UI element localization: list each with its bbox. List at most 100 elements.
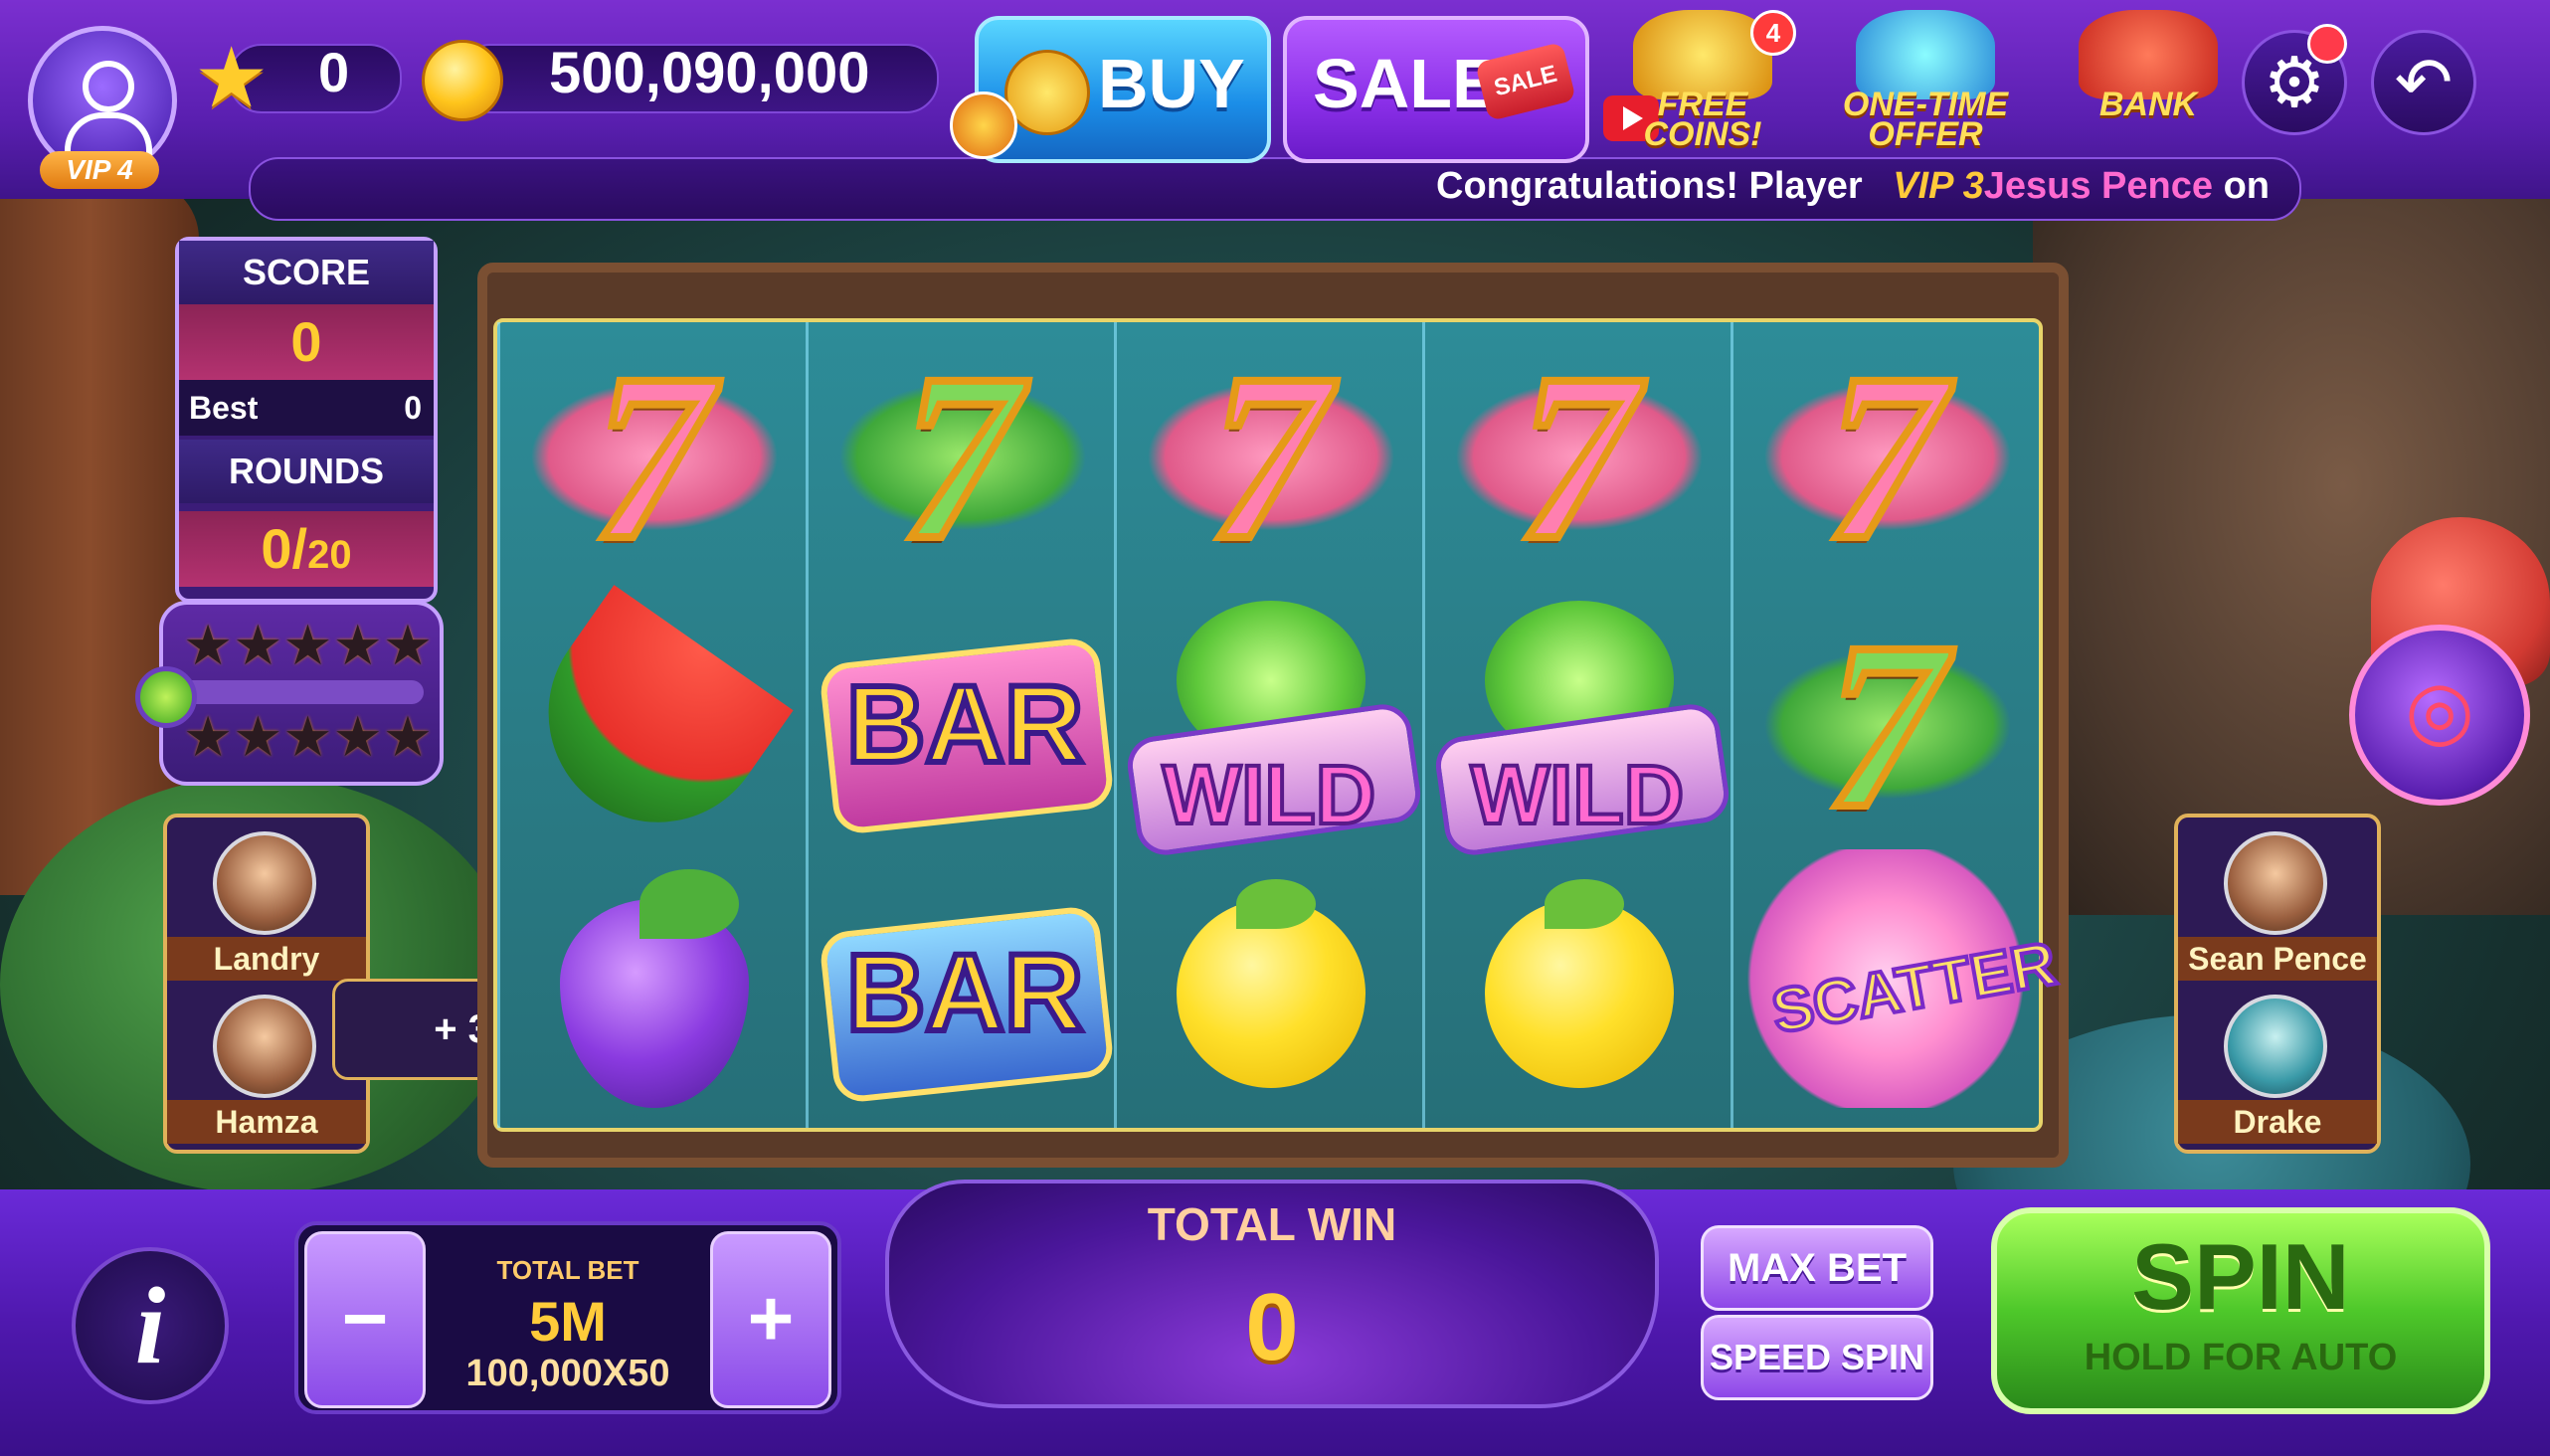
info-button[interactable]: i (72, 1247, 229, 1404)
star-progress-panel: ★ ★ ★ ★ ★ ★ ★ ★ ★ ★ (135, 601, 444, 786)
bank-label: BANK (2098, 86, 2198, 123)
reel-1: 7 (497, 322, 805, 1128)
ticker-vip: VIP 3 (1893, 165, 1984, 207)
star-icon: ★ (282, 705, 333, 770)
player-avatar-hamza[interactable] (213, 995, 316, 1098)
best-value: 0 (404, 390, 422, 426)
notification-dot (2307, 24, 2347, 64)
avatar-head-icon (83, 61, 134, 112)
reel-5: 7 7 SCATTER (1730, 322, 2064, 1128)
player-name-hamza: Hamza (167, 1100, 366, 1144)
speed-spin-button[interactable]: SPEED SPIN (1701, 1315, 1933, 1400)
star-count: 0 (318, 41, 350, 103)
rounds-value: 0/20 (179, 511, 434, 587)
player-name-drake: Drake (2178, 1100, 2377, 1144)
star-icon: ★ (233, 614, 283, 678)
reel-cell: 7 (809, 322, 1113, 591)
reel-cell: BAR (809, 859, 1116, 1128)
reel-cell (500, 859, 805, 1128)
star-icon: ★ (183, 705, 234, 770)
reel-cell (1425, 859, 1730, 1128)
bonus-coin-icon[interactable] (950, 91, 1017, 159)
star-icon: ★ (382, 614, 434, 678)
best-label: Best (189, 390, 259, 426)
reel-cell: 7 (1117, 322, 1421, 591)
spin-sub-label: HOLD FOR AUTO (2084, 1337, 2398, 1378)
reel-cell: WILD (1117, 591, 1424, 859)
decrease-bet-button[interactable]: − (304, 1231, 426, 1408)
coin-balance: 500,090,000 (549, 41, 870, 105)
ticker-suffix: on (2223, 165, 2270, 207)
reel-area: 7 7 BAR BAR 7 WILD 7 WILD 7 7 SCATTER (493, 318, 2064, 1132)
seven-green-symbol: 7 (897, 324, 1024, 589)
best-row: Best 0 (179, 380, 434, 436)
feature-button[interactable]: ◎ (2349, 625, 2530, 806)
free-coins-badge: 4 (1750, 10, 1796, 56)
ticker-prefix: Congratulations! Player (1436, 165, 1863, 207)
total-win-panel: TOTAL WIN 0 (885, 1180, 1659, 1408)
player-name-landry: Landry (167, 937, 366, 981)
wild-symbol: WILD (1161, 746, 1378, 843)
reel-cell: BAR (809, 591, 1116, 859)
star-icon: ★ (332, 614, 383, 678)
rounds-current: 0/ (261, 517, 308, 580)
total-win-value: 0 (1245, 1274, 1299, 1380)
increase-bet-button[interactable]: + (710, 1231, 831, 1408)
star-icon: ★ (382, 705, 434, 770)
reel-cell: 7 (500, 322, 805, 591)
free-coins-button[interactable]: 4 FREE COINS! (1603, 10, 1802, 153)
reel-cell: WILD (1425, 591, 1732, 859)
reel-cell (1117, 859, 1421, 1128)
score-panel: SCORE 0 Best 0 ROUNDS 0/20 (175, 237, 438, 603)
player-avatar-sean-pence[interactable] (2224, 831, 2327, 935)
reel-cell: 7 (1733, 322, 2038, 591)
seven-green-symbol: 7 (1822, 593, 1949, 857)
watermelon-symbol (505, 585, 794, 865)
star-row-bottom: ★ ★ ★ ★ ★ (183, 705, 433, 770)
reel-cell (500, 585, 805, 865)
sale-label: SALE (1313, 45, 1499, 122)
reel-4: 7 WILD (1422, 322, 1732, 1128)
wild-symbol: WILD (1469, 746, 1687, 843)
players-right: Sean Pence Drake (2174, 814, 2381, 1154)
grape-leaf-icon (639, 869, 739, 939)
rounds-label: ROUNDS (179, 440, 434, 503)
total-bet-panel: TOTAL BET 5M 100,000X50 − + (294, 1221, 841, 1414)
back-arrow-icon: ↶ (2394, 42, 2454, 123)
back-button[interactable]: ↶ (2371, 30, 2476, 135)
star-row-top: ★ ★ ★ ★ ★ (183, 614, 433, 678)
lemon-leaf-icon (1545, 879, 1624, 929)
bank-button[interactable]: BANK (2049, 10, 2248, 149)
spin-button[interactable]: SPIN HOLD FOR AUTO (1991, 1207, 2490, 1414)
score-value: 0 (179, 304, 434, 380)
max-bet-button[interactable]: MAX BET (1701, 1225, 1933, 1311)
star-icon: ★ (233, 705, 283, 770)
player-avatar-landry[interactable] (213, 831, 316, 935)
ticker-player-name: Jesus Pence (1983, 165, 2213, 207)
spin-label: SPIN (2131, 1224, 2350, 1329)
scatter-symbol: SCATTER (1765, 927, 2064, 1048)
score-label: SCORE (179, 241, 434, 304)
buy-label: BUY (1098, 45, 1245, 122)
one-time-offer-button[interactable]: ONE-TIME OFFER (1826, 10, 2025, 153)
ticker-text: Congratulations! Player VIP 3Jesus Pence… (1436, 165, 2270, 208)
reel-cell: 7 (1733, 591, 2038, 859)
rounds-total: 20 (307, 533, 352, 577)
lemon-leaf-icon (1236, 879, 1316, 929)
free-coins-label: FREE COINS! (1643, 86, 1762, 153)
star-icon: ★ (194, 29, 270, 126)
reel-cell: 7 (1425, 322, 1730, 591)
slot-game-screen: Congratulations! Player VIP 3Jesus Pence… (0, 0, 2550, 1456)
player-avatar-drake[interactable] (2224, 995, 2327, 1098)
star-icon: ★ (282, 614, 333, 678)
sale-button[interactable]: SALE SALE (1283, 16, 1589, 163)
total-win-label: TOTAL WIN (1147, 1198, 1397, 1250)
buy-button[interactable]: BUY (975, 16, 1271, 163)
vip-badge: VIP 4 (40, 151, 159, 189)
one-time-offer-label: ONE-TIME OFFER (1842, 86, 2009, 153)
reel-2: 7 BAR BAR (806, 322, 1116, 1128)
seven-pink-symbol: 7 (1205, 324, 1333, 589)
player-name-sean-pence: Sean Pence (2178, 937, 2377, 981)
star-progress-bar (175, 680, 424, 704)
bar-pink-symbol: BAR (843, 660, 1086, 789)
